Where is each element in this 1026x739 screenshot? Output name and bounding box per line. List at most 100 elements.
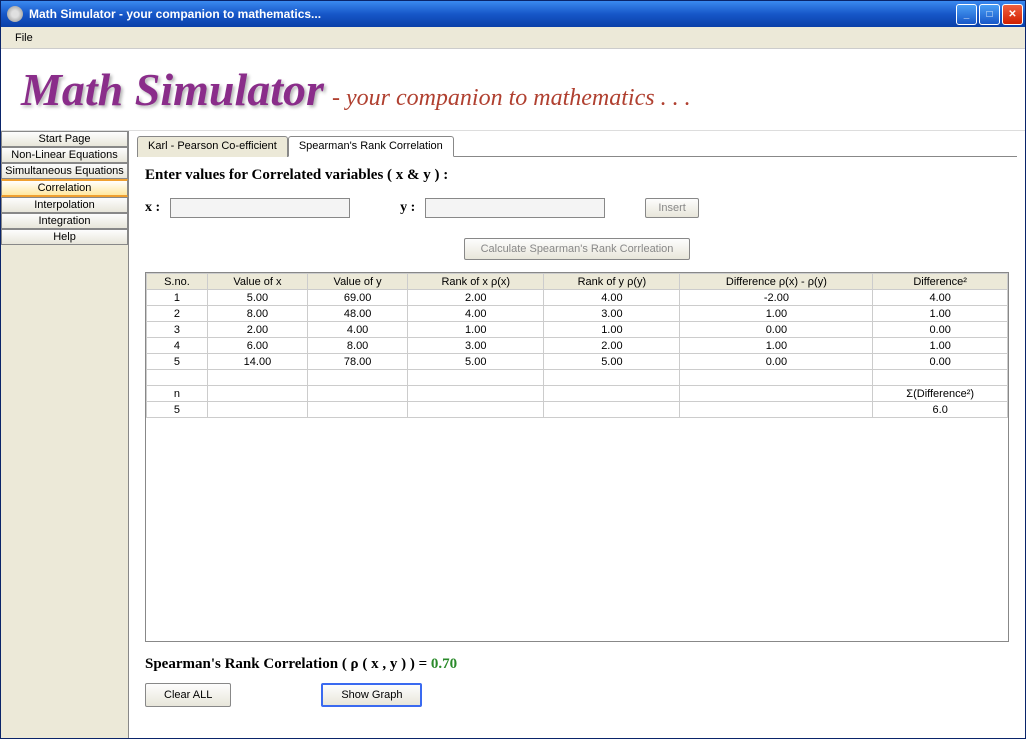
table-cell: 6.0	[873, 402, 1008, 418]
table-cell: 4.00	[408, 306, 544, 322]
tab-spearman[interactable]: Spearman's Rank Correlation	[288, 136, 454, 157]
table-cell: 4.00	[873, 290, 1008, 306]
calc-row: Calculate Spearman's Rank Corrleation	[145, 238, 1009, 260]
table-cell: 2.00	[408, 290, 544, 306]
sidebar-item-correlation[interactable]: Correlation	[1, 179, 128, 197]
data-table-wrap: S.no. Value of x Value of y Rank of x ρ(…	[145, 272, 1009, 642]
window-controls: _ □ ✕	[956, 4, 1023, 25]
table-cell: 0.00	[873, 354, 1008, 370]
result-row: Spearman's Rank Correlation ( ρ ( x , y …	[145, 656, 1009, 673]
table-cell	[544, 386, 680, 402]
banner: Math Simulator - your companion to mathe…	[1, 49, 1025, 131]
actions-row: Clear ALL Show Graph	[145, 683, 1009, 707]
result-label: Spearman's Rank Correlation ( ρ ( x , y …	[145, 656, 431, 672]
show-graph-button[interactable]: Show Graph	[321, 683, 422, 707]
table-row-empty	[147, 370, 1008, 386]
table-row: 514.0078.005.005.000.000.00	[147, 354, 1008, 370]
table-cell: 2.00	[544, 338, 680, 354]
table-body: 15.0069.002.004.00-2.004.0028.0048.004.0…	[147, 290, 1008, 418]
window-title: Math Simulator - your companion to mathe…	[29, 7, 956, 21]
table-cell	[147, 370, 208, 386]
sidebar: Start Page Non-Linear Equations Simultan…	[1, 131, 129, 738]
table-cell: 14.00	[207, 354, 307, 370]
table-cell	[308, 402, 408, 418]
table-cell: 78.00	[308, 354, 408, 370]
tabs: Karl - Pearson Co-efficient Spearman's R…	[137, 135, 1017, 157]
table-cell: 1	[147, 290, 208, 306]
calculate-button[interactable]: Calculate Spearman's Rank Corrleation	[464, 238, 691, 260]
app-icon	[7, 6, 23, 22]
table-cell	[308, 370, 408, 386]
table-cell: 2	[147, 306, 208, 322]
titlebar: Math Simulator - your companion to mathe…	[1, 1, 1025, 27]
close-button[interactable]: ✕	[1002, 4, 1023, 25]
table-cell: 4.00	[544, 290, 680, 306]
sidebar-item-help[interactable]: Help	[1, 229, 128, 245]
col-ranky: Rank of y ρ(y)	[544, 274, 680, 290]
menu-file[interactable]: File	[7, 30, 41, 46]
table-row: 46.008.003.002.001.001.00	[147, 338, 1008, 354]
tab-pearson[interactable]: Karl - Pearson Co-efficient	[137, 136, 288, 157]
table-cell	[544, 370, 680, 386]
app-window: Math Simulator - your companion to mathe…	[0, 0, 1026, 739]
x-input[interactable]	[170, 198, 350, 218]
sidebar-item-nonlinear[interactable]: Non-Linear Equations	[1, 147, 128, 163]
table-cell	[680, 386, 873, 402]
sidebar-item-simultaneous[interactable]: Simultaneous Equations	[1, 163, 128, 179]
col-diff: Difference ρ(x) - ρ(y)	[680, 274, 873, 290]
table-cell	[544, 402, 680, 418]
table-row: 15.0069.002.004.00-2.004.00	[147, 290, 1008, 306]
sidebar-item-start[interactable]: Start Page	[1, 131, 128, 147]
table-cell: 6.00	[207, 338, 307, 354]
table-cell: 3	[147, 322, 208, 338]
table-cell: 1.00	[544, 322, 680, 338]
maximize-button[interactable]: □	[979, 4, 1000, 25]
table-cell: n	[147, 386, 208, 402]
y-label: y :	[400, 200, 415, 216]
table-cell: 1.00	[873, 338, 1008, 354]
content-area: Karl - Pearson Co-efficient Spearman's R…	[129, 131, 1025, 738]
y-input[interactable]	[425, 198, 605, 218]
minimize-button[interactable]: _	[956, 4, 977, 25]
data-table: S.no. Value of x Value of y Rank of x ρ(…	[146, 273, 1008, 418]
menubar: File	[1, 27, 1025, 49]
table-cell: 3.00	[408, 338, 544, 354]
table-cell: 1.00	[680, 306, 873, 322]
table-cell	[408, 402, 544, 418]
table-cell	[408, 370, 544, 386]
table-cell: 4.00	[308, 322, 408, 338]
col-x: Value of x	[207, 274, 307, 290]
table-cell	[207, 402, 307, 418]
table-cell: 5.00	[544, 354, 680, 370]
sidebar-item-integration[interactable]: Integration	[1, 213, 128, 229]
table-cell: 69.00	[308, 290, 408, 306]
table-cell	[308, 386, 408, 402]
table-cell	[207, 370, 307, 386]
table-cell	[680, 402, 873, 418]
table-summary-header: n Σ(Difference²)	[147, 386, 1008, 402]
clear-all-button[interactable]: Clear ALL	[145, 683, 231, 707]
banner-subtitle: - your companion to mathematics . . .	[332, 85, 691, 112]
tab-pane: Enter values for Correlated variables ( …	[137, 157, 1017, 730]
table-cell	[207, 386, 307, 402]
table-cell: 48.00	[308, 306, 408, 322]
table-cell: -2.00	[680, 290, 873, 306]
body: Start Page Non-Linear Equations Simultan…	[1, 131, 1025, 738]
table-cell: 8.00	[207, 306, 307, 322]
input-prompt: Enter values for Correlated variables ( …	[145, 167, 1009, 184]
table-cell: 0.00	[873, 322, 1008, 338]
table-summary-values: 56.0	[147, 402, 1008, 418]
table-header-row: S.no. Value of x Value of y Rank of x ρ(…	[147, 274, 1008, 290]
table-cell	[873, 370, 1008, 386]
sidebar-item-interpolation[interactable]: Interpolation	[1, 197, 128, 213]
table-cell: 1.00	[680, 338, 873, 354]
insert-button[interactable]: Insert	[645, 198, 699, 218]
banner-title: Math Simulator	[21, 63, 324, 116]
table-cell	[408, 386, 544, 402]
table-cell: 4	[147, 338, 208, 354]
x-label: x :	[145, 200, 160, 216]
table-cell: 0.00	[680, 322, 873, 338]
table-cell: Σ(Difference²)	[873, 386, 1008, 402]
col-rankx: Rank of x ρ(x)	[408, 274, 544, 290]
table-cell: 5	[147, 354, 208, 370]
